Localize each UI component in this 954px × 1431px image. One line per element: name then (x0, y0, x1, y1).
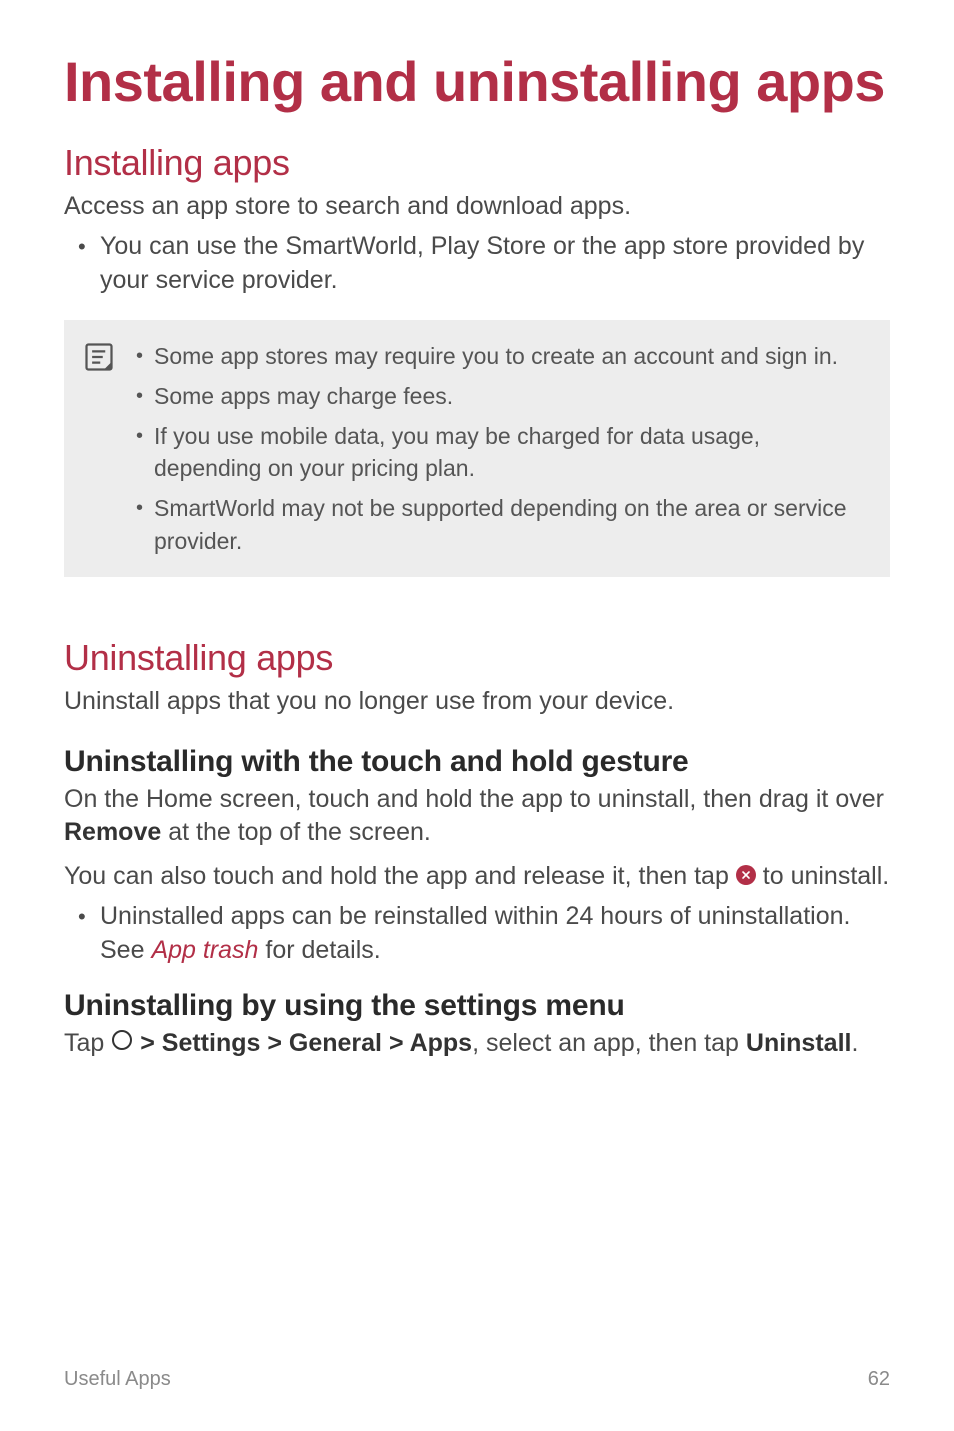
uninstall-label: Uninstall (746, 1029, 852, 1057)
list-item: SmartWorld may not be supported dependin… (128, 492, 866, 556)
text: You can also touch and hold the app and … (64, 862, 736, 890)
text: Tap (64, 1029, 111, 1057)
text: , select an app, then tap (472, 1029, 746, 1057)
remove-label: Remove (64, 818, 161, 846)
uninstalling-intro: Uninstall apps that you no longer use fr… (64, 685, 890, 719)
text: > (260, 1029, 289, 1057)
text: > (133, 1029, 162, 1057)
page-title: Installing and uninstalling apps (64, 50, 890, 114)
footer-page-number: 62 (868, 1368, 890, 1391)
text: at the top of the screen. (161, 818, 431, 846)
list-item: You can use the SmartWorld, Play Store o… (64, 230, 890, 298)
touchhold-bullets: Uninstalled apps can be reinstalled with… (64, 900, 890, 968)
text: > (382, 1029, 410, 1057)
subsec-touchhold-heading: Uninstalling with the touch and hold ges… (64, 745, 890, 779)
text: to uninstall. (756, 862, 889, 890)
settings-path: Tap > Settings > General > Apps, select … (64, 1027, 890, 1061)
note-list: Some app stores may require you to creat… (128, 340, 866, 557)
installing-bullets: You can use the SmartWorld, Play Store o… (64, 230, 890, 298)
list-item: Some apps may charge fees. (128, 380, 866, 412)
list-item: Some app stores may require you to creat… (128, 340, 866, 372)
note-icon (84, 342, 114, 372)
footer-section: Useful Apps (64, 1368, 171, 1391)
touchhold-p2: You can also touch and hold the app and … (64, 860, 890, 894)
home-touch-icon (111, 1027, 133, 1061)
section-installing-heading: Installing apps (64, 142, 890, 184)
path-apps: Apps (410, 1029, 473, 1057)
page-footer: Useful Apps 62 (64, 1338, 890, 1391)
touchhold-p1: On the Home screen, touch and hold the a… (64, 783, 890, 851)
app-trash-link[interactable]: App trash (151, 936, 258, 964)
path-settings: Settings (162, 1029, 261, 1057)
subsec-settings-heading: Uninstalling by using the settings menu (64, 989, 890, 1023)
section-uninstalling-heading: Uninstalling apps (64, 637, 890, 679)
text: . (851, 1029, 858, 1057)
list-item: If you use mobile data, you may be charg… (128, 420, 866, 484)
note-box: Some app stores may require you to creat… (64, 320, 890, 577)
path-general: General (289, 1029, 382, 1057)
text: for details. (258, 936, 380, 964)
installing-intro: Access an app store to search and downlo… (64, 190, 890, 224)
list-item: Uninstalled apps can be reinstalled with… (64, 900, 890, 968)
text: On the Home screen, touch and hold the a… (64, 785, 884, 813)
close-icon (736, 865, 756, 885)
